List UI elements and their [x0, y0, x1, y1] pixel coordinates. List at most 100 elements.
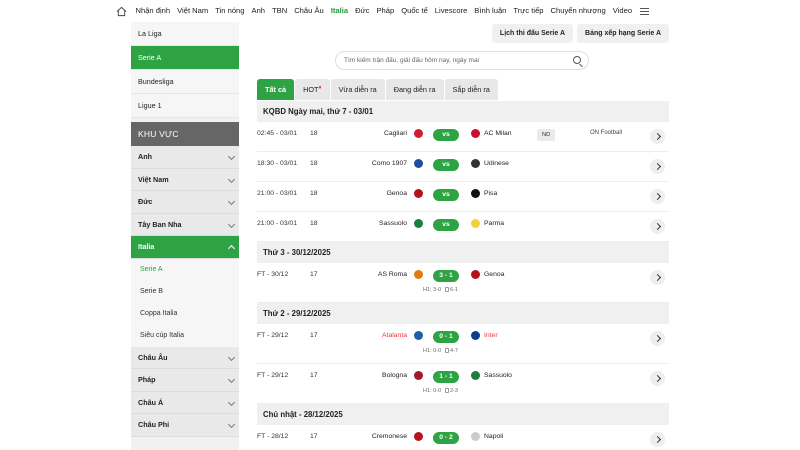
- nav-item-5[interactable]: Châu Âu: [291, 0, 328, 22]
- match-row[interactable]: 21:00 - 03/01 18 Sassuolo vs Parma: [257, 212, 669, 242]
- match-score[interactable]: vs: [433, 129, 459, 141]
- chevron-down-icon[interactable]: [227, 175, 236, 183]
- match-row[interactable]: FT - 28/12 17 Cremonese 0 - 2 Napoli: [257, 425, 669, 450]
- tab-1[interactable]: HOT♦: [295, 79, 330, 100]
- sidebar-region-item[interactable]: Châu Á: [131, 391, 239, 414]
- nav-item-1[interactable]: Việt Nam: [174, 0, 212, 22]
- match-detail-arrow-icon[interactable]: [650, 159, 665, 174]
- sidebar-region-item[interactable]: Italia: [131, 236, 239, 259]
- sidebar-region-item[interactable]: Anh: [131, 146, 239, 169]
- match-score[interactable]: vs: [433, 159, 459, 171]
- search-icon[interactable]: [573, 56, 581, 64]
- hamburger-menu-icon[interactable]: [639, 7, 649, 15]
- home-team-name[interactable]: Cagliari: [384, 130, 407, 137]
- away-team-name[interactable]: AC Milan: [484, 130, 512, 137]
- home-icon[interactable]: [116, 6, 127, 17]
- sidebar-region-item[interactable]: Tây Ban Nha: [131, 213, 239, 236]
- region-label: Italia: [138, 242, 155, 251]
- match-detail-arrow-icon[interactable]: [650, 432, 665, 447]
- match-time: 21:00 - 03/01: [257, 190, 298, 197]
- chevron-down-icon[interactable]: [227, 375, 236, 384]
- chevron-down-icon[interactable]: [227, 420, 236, 429]
- tab-2[interactable]: Vừa diễn ra: [330, 79, 385, 100]
- match-row[interactable]: 21:00 - 03/01 18 Genoa vs Pisa: [257, 182, 669, 212]
- sidebar-sub-league-item[interactable]: Coppa Italia: [131, 302, 239, 325]
- chevron-down-icon[interactable]: [227, 220, 236, 228]
- home-team-name[interactable]: Bologna: [382, 372, 407, 379]
- match-round: 18: [310, 220, 318, 227]
- home-team-name[interactable]: Genoa: [387, 190, 407, 197]
- match-score[interactable]: 0 - 1: [433, 331, 459, 343]
- match-detail-arrow-icon[interactable]: [650, 129, 665, 144]
- home-team-name[interactable]: Como 1907: [372, 160, 407, 167]
- match-detail-arrow-icon[interactable]: [650, 219, 665, 234]
- nav-item-11[interactable]: Bình luận: [471, 0, 510, 22]
- match-detail-arrow-icon[interactable]: [650, 331, 665, 346]
- section-heading: Thứ 3 - 30/12/2025: [257, 242, 669, 263]
- away-team-name[interactable]: Genoa: [484, 271, 504, 278]
- match-score[interactable]: vs: [433, 219, 459, 231]
- match-row[interactable]: FT - 29/12 17 Atalanta 0 - 1 Inter H1: 0-0 4-7: [257, 324, 669, 364]
- match-score[interactable]: 3 - 1: [433, 270, 459, 282]
- match-row[interactable]: FT - 30/12 17 AS Roma 3 - 1 Genoa H1: 3-0 6-1: [257, 263, 669, 303]
- home-team-name[interactable]: Atalanta: [382, 332, 407, 339]
- chevron-up-icon[interactable]: [227, 244, 236, 253]
- sidebar-league-item[interactable]: La Liga: [131, 22, 239, 46]
- match-detail-arrow-icon[interactable]: [650, 371, 665, 386]
- sidebar-region-item[interactable]: Pháp: [131, 369, 239, 392]
- search-input[interactable]: [336, 52, 556, 69]
- sidebar-region-item[interactable]: Đức: [131, 191, 239, 214]
- sidebar-league-item[interactable]: Ligue 1: [131, 94, 239, 118]
- corner-flag-icon: [445, 287, 450, 292]
- match-detail-arrow-icon[interactable]: [650, 189, 665, 204]
- nav-item-13[interactable]: Chuyển nhượng: [547, 0, 609, 22]
- fixtures-schedule-button[interactable]: Lịch thi đấu Serie A: [491, 24, 574, 43]
- home-team-name[interactable]: AS Roma: [378, 271, 407, 278]
- nav-item-12[interactable]: Trực tiếp: [510, 0, 547, 22]
- region-label: Pháp: [138, 375, 156, 384]
- sidebar-region-item[interactable]: Châu Âu: [131, 346, 239, 369]
- nav-item-9[interactable]: Quốc tế: [398, 0, 432, 22]
- standings-button[interactable]: Bảng xếp hạng Serie A: [577, 24, 669, 43]
- chevron-down-icon[interactable]: [227, 398, 236, 406]
- away-team-name[interactable]: Napoli: [484, 433, 503, 440]
- away-team-name[interactable]: Inter: [484, 332, 498, 339]
- match-score[interactable]: 1 - 1: [433, 371, 459, 383]
- match-round: 17: [310, 271, 318, 278]
- sidebar-league-item[interactable]: Serie A: [131, 46, 239, 70]
- chevron-down-icon[interactable]: [227, 197, 236, 206]
- tab-3[interactable]: Đang diễn ra: [385, 79, 444, 100]
- match-row[interactable]: FT - 29/12 17 Bologna 1 - 1 Sassuolo H1: 0-0 2…: [257, 364, 669, 404]
- sidebar-sub-league-item[interactable]: Serie B: [131, 280, 239, 303]
- match-detail-arrow-icon[interactable]: [650, 270, 665, 285]
- nav-item-0[interactable]: Nhận định: [132, 0, 174, 22]
- chevron-down-icon[interactable]: [227, 353, 236, 361]
- match-score[interactable]: 0 - 2: [433, 432, 459, 444]
- away-team-name[interactable]: Udinese: [484, 160, 509, 167]
- nav-item-3[interactable]: Anh: [248, 0, 269, 22]
- prediction-badge[interactable]: ND: [537, 129, 556, 141]
- nav-item-6[interactable]: Italia: [327, 0, 351, 22]
- nav-item-4[interactable]: TBN: [269, 0, 291, 22]
- sidebar-region-item[interactable]: Châu Phi: [131, 414, 239, 437]
- match-row[interactable]: 18:30 - 03/01 18 Como 1907 vs Udinese: [257, 152, 669, 182]
- sidebar-sub-league-item[interactable]: Siêu cúp Italia: [131, 324, 239, 347]
- match-row[interactable]: 02:45 - 03/01 18 Cagliari vs AC Milan ND ON Fo…: [257, 122, 669, 152]
- chevron-down-icon[interactable]: [227, 152, 236, 161]
- nav-item-10[interactable]: Livescore: [431, 0, 471, 22]
- tab-4[interactable]: Sắp diễn ra: [444, 79, 498, 100]
- home-team-name[interactable]: Cremonese: [372, 433, 407, 440]
- nav-item-14[interactable]: Video: [609, 0, 635, 22]
- away-team-name[interactable]: Parma: [484, 220, 504, 227]
- match-score[interactable]: vs: [433, 189, 459, 201]
- home-team-name[interactable]: Sassuolo: [379, 220, 407, 227]
- away-team-name[interactable]: Sassuolo: [484, 372, 512, 379]
- tab-0[interactable]: Tất cả: [257, 79, 295, 100]
- nav-item-2[interactable]: Tin nóng: [212, 0, 248, 22]
- nav-item-7[interactable]: Đức: [352, 0, 373, 22]
- sidebar-league-item[interactable]: Bundesliga: [131, 70, 239, 94]
- nav-item-8[interactable]: Pháp: [373, 0, 398, 22]
- sidebar-sub-league-item[interactable]: Serie A: [131, 258, 239, 281]
- away-team-name[interactable]: Pisa: [484, 190, 497, 197]
- sidebar-region-item[interactable]: Việt Nam: [131, 168, 239, 191]
